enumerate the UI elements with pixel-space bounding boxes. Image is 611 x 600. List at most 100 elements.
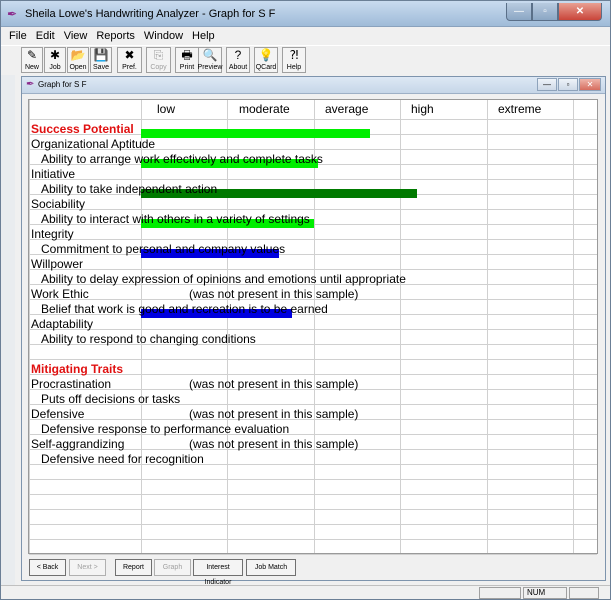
qcard-bulb-icon: 💡: [258, 48, 274, 62]
toolbar-button-label: About: [228, 64, 248, 71]
trait-name: Self-aggrandizing: [31, 437, 125, 451]
menu-view[interactable]: View: [60, 28, 93, 45]
toolbar-open-button[interactable]: 📂 Open: [67, 47, 89, 73]
section-heading: Success Potential: [31, 122, 134, 136]
toolbar-job-button[interactable]: ✱ Job: [44, 47, 66, 73]
grid-row-line: [29, 119, 597, 120]
trait-name: Initiative: [31, 167, 76, 181]
trait-name: Integrity: [31, 227, 74, 241]
menu-edit[interactable]: Edit: [32, 28, 60, 45]
trait-description: Ability to interact with others in a var…: [41, 212, 310, 226]
trait-level-bar: [141, 129, 370, 138]
toolbar-new-button[interactable]: ✎ New: [21, 47, 43, 73]
print-icon: 🖶: [181, 48, 193, 62]
not-present-note: (was not present in this sample): [189, 437, 359, 451]
toolbar-preview-button[interactable]: 🔍 Preview: [198, 47, 222, 73]
toolbar-button-label: Open: [69, 64, 87, 71]
app-quill-icon: ✒: [7, 7, 18, 21]
trait-name: Work Ethic: [31, 287, 89, 301]
nav-next-button[interactable]: Next >: [69, 559, 106, 576]
column-header-average: average: [325, 102, 369, 116]
child-window-controls: — ▫ ✕: [537, 78, 601, 91]
child-close-button[interactable]: ✕: [579, 78, 601, 91]
trait-description: Ability to arrange work effectively and …: [41, 152, 323, 166]
trait-description: Ability to delay expression of opinions …: [41, 272, 406, 286]
background-window-strip: [1, 75, 15, 585]
toolbar-save-button[interactable]: 💾 Save: [90, 47, 112, 73]
open-folder-icon: 📂: [70, 48, 86, 62]
app-window: ✒ Sheila Lowe's Handwriting Analyzer - G…: [0, 0, 611, 600]
menu-reports[interactable]: Reports: [92, 28, 140, 45]
trait-name: Procrastination: [31, 377, 112, 391]
nav-interest-indicator-button[interactable]: Interest Indicator: [193, 559, 243, 586]
preview-icon: 🔍: [202, 48, 218, 62]
status-cell-empty-2: [569, 587, 599, 599]
toolbar-print-button[interactable]: 🖶 Print: [175, 47, 199, 73]
menu-bar: File Edit View Reports Window Help: [1, 28, 610, 45]
trait-description: Defensive need for recognition: [41, 452, 204, 466]
grid-row-line: [29, 539, 597, 540]
grid-row-line: [29, 554, 597, 555]
nav-job-match-button[interactable]: Job Match: [246, 559, 296, 576]
toolbar-about-button[interactable]: ? About: [226, 47, 250, 73]
toolbar-button-label: Pref.: [122, 64, 137, 71]
trait-description: Puts off decisions or tasks: [41, 392, 181, 406]
trait-name: Organizational Aptitude: [31, 137, 156, 151]
window-title: Sheila Lowe's Handwriting Analyzer - Gra…: [25, 8, 276, 20]
child-maximize-button[interactable]: ▫: [558, 78, 578, 91]
trait-name: Willpower: [31, 257, 84, 271]
toolbar-button-label: Job: [49, 64, 61, 71]
toolbar-button-label: QCard: [255, 64, 277, 71]
toolbar-pref-button[interactable]: ✖ Pref.: [117, 47, 142, 73]
column-header-moderate: moderate: [239, 102, 290, 116]
toolbar-button-label: Save: [93, 64, 109, 71]
copy-icon: ⎘: [153, 48, 164, 62]
trait-description: Commitment to personal and company value…: [41, 242, 286, 256]
grid-column-line: [487, 100, 488, 553]
toolbar-button-label: New: [24, 64, 39, 71]
graph-child-window: ✒ Graph for S F — ▫ ✕ low moderate average…: [21, 76, 606, 586]
toolbar-help-button[interactable]: ⁈ Help: [282, 47, 306, 73]
grid-row-line: [29, 209, 597, 210]
nav-report-button[interactable]: Report: [115, 559, 152, 576]
title-bar[interactable]: ✒ Sheila Lowe's Handwriting Analyzer - G…: [1, 1, 610, 27]
not-present-note: (was not present in this sample): [189, 287, 359, 301]
maximize-button[interactable]: ▫: [532, 3, 558, 21]
trait-description: Belief that work is good and recreation …: [41, 302, 328, 316]
toolbar-button-label: Help: [286, 64, 302, 71]
status-cell-empty: [479, 587, 521, 599]
toolbar-qcard-button[interactable]: 💡 QCard: [254, 47, 278, 73]
trait-description: Ability to respond to changing condition…: [41, 332, 256, 346]
trait-name: Defensive: [31, 407, 85, 421]
menu-window[interactable]: Window: [140, 28, 188, 45]
close-button[interactable]: ✕: [558, 3, 602, 21]
child-window-title: Graph for S F: [38, 80, 87, 89]
grid-row-line: [29, 329, 597, 330]
child-minimize-button[interactable]: —: [537, 78, 557, 91]
navigation-bar: < Back Next > Report Graph Interest Indicato…: [28, 559, 598, 586]
child-app-icon: ✒: [26, 79, 35, 90]
toolbar-copy-button[interactable]: ⎘ Copy: [146, 47, 171, 73]
section-heading: Mitigating Traits: [31, 362, 124, 376]
nav-back-button[interactable]: < Back: [29, 559, 66, 576]
toolbar-button-label: Print: [179, 64, 195, 71]
status-num-lock: NUM: [523, 587, 567, 599]
not-present-note: (was not present in this sample): [189, 377, 359, 391]
trait-name: Adaptability: [31, 317, 94, 331]
child-title-bar[interactable]: ✒ Graph for S F — ▫ ✕: [22, 77, 605, 94]
help-pointer-icon: ⁈: [289, 48, 299, 62]
not-present-note: (was not present in this sample): [189, 407, 359, 421]
column-header-high: high: [411, 102, 434, 116]
about-question-icon: ?: [234, 48, 242, 62]
nav-graph-button[interactable]: Graph: [154, 559, 191, 576]
menu-help[interactable]: Help: [188, 28, 220, 45]
toolbar-button-label: Preview: [197, 64, 223, 71]
grid-row-line: [29, 359, 597, 360]
minimize-button[interactable]: —: [506, 3, 532, 21]
trait-name: Sociability: [31, 197, 86, 211]
grid-row-line: [29, 494, 597, 495]
window-controls: — ▫ ✕: [506, 3, 602, 21]
grid-row-line: [29, 269, 597, 270]
menu-file[interactable]: File: [5, 28, 32, 45]
grid-row-line: [29, 524, 597, 525]
